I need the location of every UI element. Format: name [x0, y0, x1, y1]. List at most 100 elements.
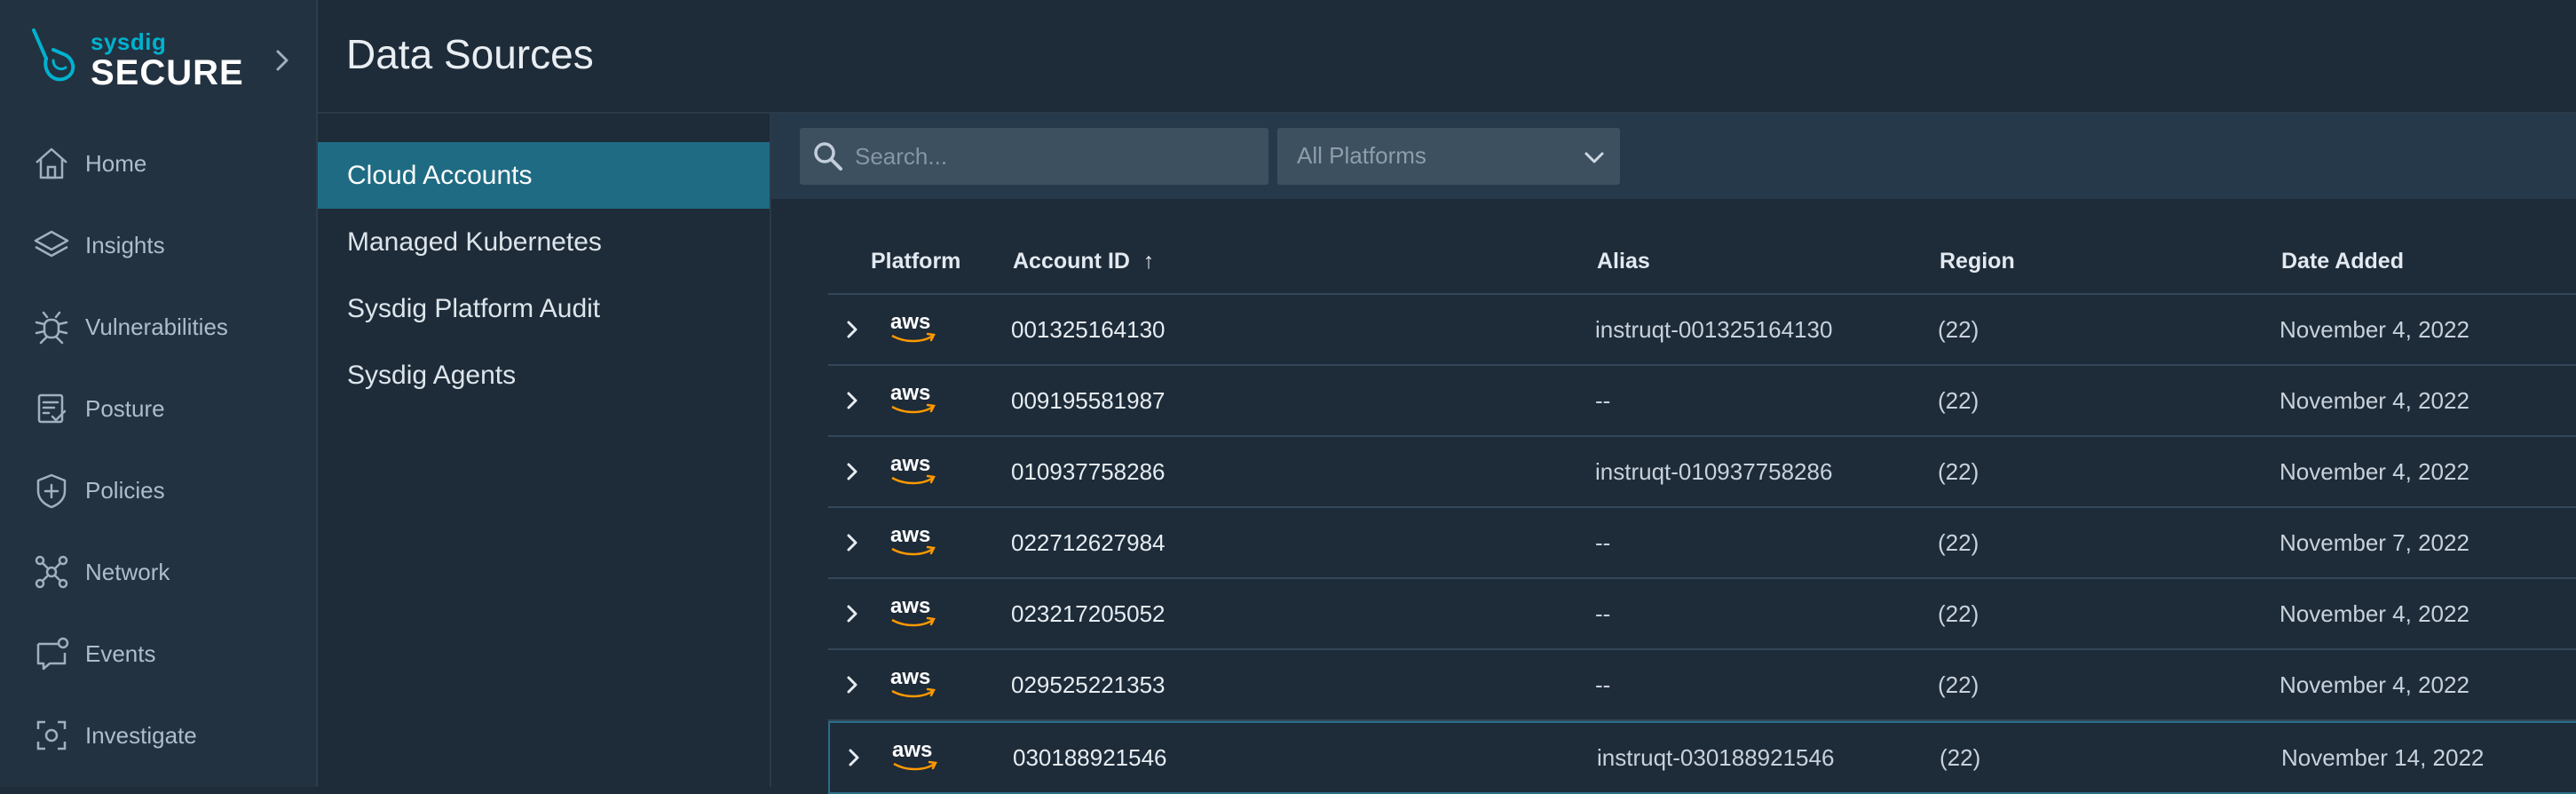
alias-cell: instruqt-030188921546 — [1597, 744, 1835, 771]
bug-icon — [30, 306, 73, 348]
date-added-cell: November 7, 2022 — [2280, 529, 2469, 556]
account-id-cell: 010937758286 — [1011, 458, 1166, 485]
column-header-date-added[interactable]: Date Added — [2281, 249, 2404, 274]
table-row[interactable]: aws 001325164130 instruqt-001325164130 (… — [828, 295, 2576, 366]
subnav-item-sysdig-platform-audit[interactable]: Sysdig Platform Audit — [318, 275, 770, 342]
chevron-right-icon[interactable] — [839, 458, 865, 485]
sidebar-item-insights[interactable]: Insights — [0, 204, 316, 286]
network-icon — [30, 551, 73, 593]
page-header: Data Sources — [318, 0, 2576, 114]
home-icon — [30, 142, 73, 185]
column-header-region[interactable]: Region — [1940, 249, 2015, 274]
column-header-label: Account ID — [1013, 249, 1130, 274]
alias-cell: -- — [1595, 387, 1611, 414]
sidebar-item-events[interactable]: Events — [0, 613, 316, 695]
table-header: Platform Account ID ↑ Alias Region Date … — [828, 231, 2576, 295]
table-row[interactable]: aws 023217205052 -- (22) November 4, 202… — [828, 579, 2576, 650]
column-header-platform[interactable]: Platform — [871, 249, 960, 274]
brand-name-big: SECURE — [91, 53, 244, 92]
sidebar-nav: Home Insights Vulnerabilities Posture Po… — [0, 123, 316, 776]
region-cell: (22) — [1938, 458, 1979, 485]
aws-logo-icon: aws — [889, 380, 938, 420]
aws-logo-icon: aws — [890, 737, 940, 777]
column-header-account-id[interactable]: Account ID ↑ — [1013, 249, 1154, 274]
svg-text:aws: aws — [890, 523, 930, 547]
alias-cell: instruqt-010937758286 — [1595, 458, 1833, 485]
table-row[interactable]: aws 009195581987 -- (22) November 4, 202… — [828, 366, 2576, 437]
shield-plus-icon — [30, 469, 73, 512]
account-id-cell: 009195581987 — [1011, 387, 1166, 414]
subnav-item-managed-kubernetes[interactable]: Managed Kubernetes — [318, 209, 770, 275]
svg-text:aws: aws — [890, 310, 930, 334]
region-cell: (22) — [1938, 316, 1979, 343]
main-sidebar: sysdig SECURE Home Insights Vulnerabilit… — [0, 0, 318, 787]
aws-logo-icon: aws — [889, 664, 938, 704]
chevron-down-icon — [1584, 152, 1604, 163]
search-box[interactable] — [800, 128, 1268, 185]
brand-name-small: sysdig — [91, 28, 167, 55]
date-added-cell: November 4, 2022 — [2280, 671, 2469, 698]
sidebar-item-network[interactable]: Network — [0, 531, 316, 613]
table-row[interactable]: aws 010937758286 instruqt-010937758286 (… — [828, 437, 2576, 508]
sidebar-item-posture[interactable]: Posture — [0, 368, 316, 449]
chevron-right-icon[interactable] — [839, 671, 865, 698]
date-added-cell: November 4, 2022 — [2280, 458, 2469, 485]
date-added-cell: November 4, 2022 — [2280, 387, 2469, 414]
date-added-cell: November 4, 2022 — [2280, 600, 2469, 627]
sidebar-item-policies[interactable]: Policies — [0, 449, 316, 531]
svg-text:aws: aws — [890, 452, 930, 476]
chevron-right-icon[interactable] — [841, 744, 867, 771]
account-id-cell: 023217205052 — [1011, 600, 1166, 627]
table-row[interactable]: aws 022712627984 -- (22) November 7, 202… — [828, 508, 2576, 579]
layers-icon — [30, 224, 73, 266]
chat-icon — [30, 632, 73, 675]
column-header-alias[interactable]: Alias — [1597, 249, 1650, 274]
sidebar-item-label: Investigate — [85, 721, 197, 749]
page-title: Data Sources — [346, 31, 594, 77]
region-cell: (22) — [1938, 387, 1979, 414]
sidebar-item-label: Posture — [85, 394, 165, 422]
aws-logo-icon: aws — [889, 593, 938, 633]
aws-logo-icon: aws — [889, 309, 938, 349]
chevron-right-icon[interactable] — [839, 387, 865, 414]
sort-ascending-icon: ↑ — [1142, 249, 1155, 274]
search-input[interactable] — [853, 141, 1247, 171]
sidebar-item-label: Vulnerabilities — [85, 313, 228, 340]
aws-logo-icon: aws — [889, 451, 938, 491]
filter-toolbar: All Platforms — [771, 114, 2576, 199]
sidebar-item-home[interactable]: Home — [0, 123, 316, 204]
sidebar-item-label: Events — [85, 639, 156, 667]
platform-filter-value: All Platforms — [1297, 142, 1426, 169]
table-row[interactable]: aws 030188921546 instruqt-030188921546 (… — [828, 721, 2576, 794]
brand-logo[interactable]: sysdig SECURE — [27, 25, 302, 96]
subnav-item-cloud-accounts[interactable]: Cloud Accounts — [318, 142, 770, 209]
main-content: All Platforms Platform Account ID ↑ Alia… — [771, 114, 2576, 794]
sidebar-item-investigate[interactable]: Investigate — [0, 695, 316, 776]
search-icon — [809, 137, 848, 176]
account-id-cell: 030188921546 — [1013, 744, 1167, 771]
svg-text:aws: aws — [890, 665, 930, 689]
chevron-right-icon[interactable] — [839, 529, 865, 556]
svg-text:aws: aws — [890, 381, 930, 405]
sidebar-item-label: Network — [85, 558, 170, 585]
date-added-cell: November 4, 2022 — [2280, 316, 2469, 343]
account-id-cell: 029525221353 — [1011, 671, 1166, 698]
region-cell: (22) — [1938, 600, 1979, 627]
table-row[interactable]: aws 029525221353 -- (22) November 4, 202… — [828, 650, 2576, 721]
expand-sidebar-button[interactable] — [266, 44, 298, 76]
svg-text:aws: aws — [890, 594, 930, 618]
chevron-right-icon[interactable] — [839, 316, 865, 343]
alias-cell: -- — [1595, 600, 1611, 627]
chevron-right-icon — [276, 50, 288, 71]
focus-icon — [30, 714, 73, 757]
data-sources-subnav: Cloud Accounts Managed Kubernetes Sysdig… — [318, 114, 771, 787]
chevron-right-icon[interactable] — [839, 600, 865, 627]
date-added-cell: November 14, 2022 — [2281, 744, 2485, 771]
sidebar-item-label: Home — [85, 149, 147, 177]
sidebar-item-vulnerabilities[interactable]: Vulnerabilities — [0, 286, 316, 368]
sidebar-item-label: Insights — [85, 231, 165, 258]
svg-text:aws: aws — [892, 738, 932, 762]
sysdig-logo-icon — [32, 28, 75, 82]
platform-filter-select[interactable]: All Platforms — [1277, 128, 1620, 185]
subnav-item-sysdig-agents[interactable]: Sysdig Agents — [318, 342, 770, 409]
